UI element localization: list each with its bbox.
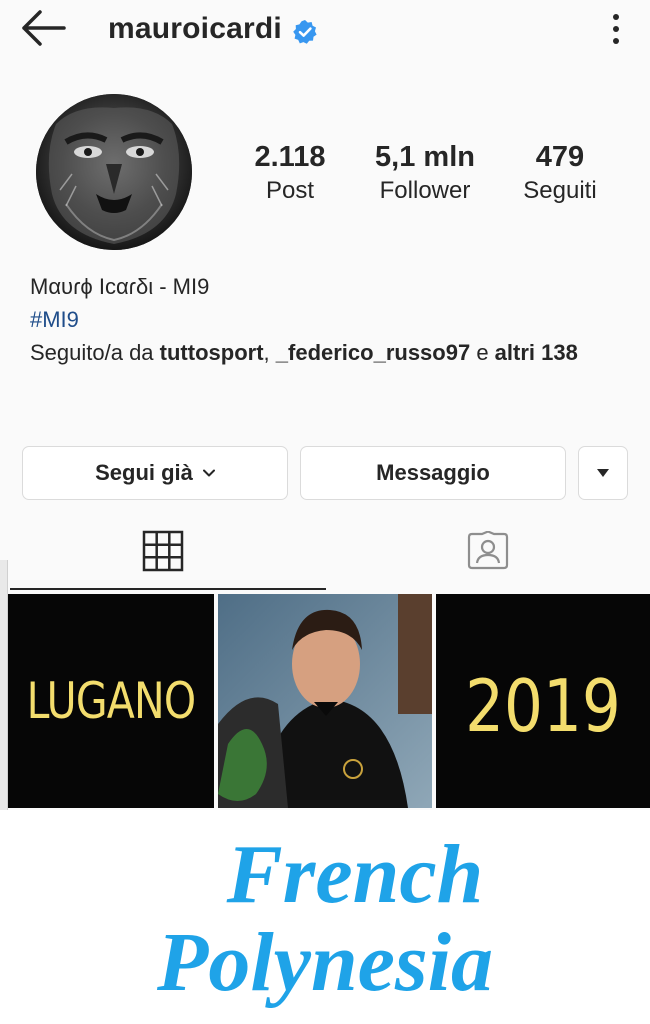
arrow-left-icon [22,10,66,46]
followed-by-user-tuttosport[interactable]: tuttosport [160,340,264,365]
profile-username: mauroicardi [108,12,282,45]
message-button[interactable]: Messaggio [300,446,566,500]
portrait-photo-image [218,594,432,808]
back-button[interactable] [18,8,68,48]
post-thumbnail-2019[interactable]: 2019 [436,594,650,808]
post-thumbnail-lugano[interactable]: LUGANO [8,594,214,808]
tagged-person-icon [467,531,508,570]
lion-face-avatar-image [36,94,192,250]
posts-count-label: Post [265,177,315,204]
followers-count-label: Follower [379,177,471,204]
more-options-button[interactable] [604,12,628,46]
following-count-value: 479 [535,141,585,173]
suggested-accounts-button[interactable] [578,446,628,500]
chevron-down-icon [202,469,215,477]
posts-count-value: 2.118 [254,141,326,173]
profile-bio: Mαυɾϕ Iϲαɾδι - MI9 #MI9 Seguito/a da tut… [30,270,630,369]
followers-count-value: 5,1 mln [375,141,475,173]
followed-by-separator: , [263,340,276,365]
caret-down-icon [597,469,609,477]
profile-tabs [0,512,650,592]
followed-by-text[interactable]: Seguito/a da tuttosport, _federico_russo… [30,336,630,369]
overlay-text-line1: French [226,828,484,921]
followed-by-and: e [470,340,495,365]
followed-by-prefix: Seguito/a da [30,340,160,365]
active-tab-indicator [10,588,326,590]
following-count-label: Seguiti [523,177,597,204]
tab-posts-grid[interactable] [0,512,325,590]
posts-grid: LUGANO 2019 [0,594,650,810]
caption-overlay: French Polynesia [0,810,650,1024]
profile-avatar[interactable] [36,94,192,250]
bio-hashtag-link[interactable]: #MI9 [30,303,630,336]
followed-by-user-federico[interactable]: _federico_russo97 [276,340,470,365]
post-thumbnail-photo[interactable] [218,594,432,808]
overlay-text-line2: Polynesia [157,916,493,1009]
following-count[interactable]: 479 Seguiti [508,140,612,208]
following-button-label: Segui già [95,460,193,485]
more-vertical-icon [613,14,619,44]
posts-count: 2.118 Post [240,140,340,208]
post-caption-text: LUGANO [26,672,196,730]
followed-by-others[interactable]: altri 138 [495,340,578,365]
verified-badge-icon [293,20,317,44]
message-button-label: Messaggio [376,460,490,485]
tab-tagged[interactable] [325,512,650,590]
top-bar: mauroicardi [0,0,650,62]
post-caption-text: 2019 [465,664,621,748]
grid-icon [142,530,183,572]
following-button[interactable]: Segui già [22,446,288,500]
followers-count[interactable]: 5,1 mln Follower [366,140,484,208]
bio-display-name: Mαυɾϕ Iϲαɾδι - MI9 [30,274,210,299]
